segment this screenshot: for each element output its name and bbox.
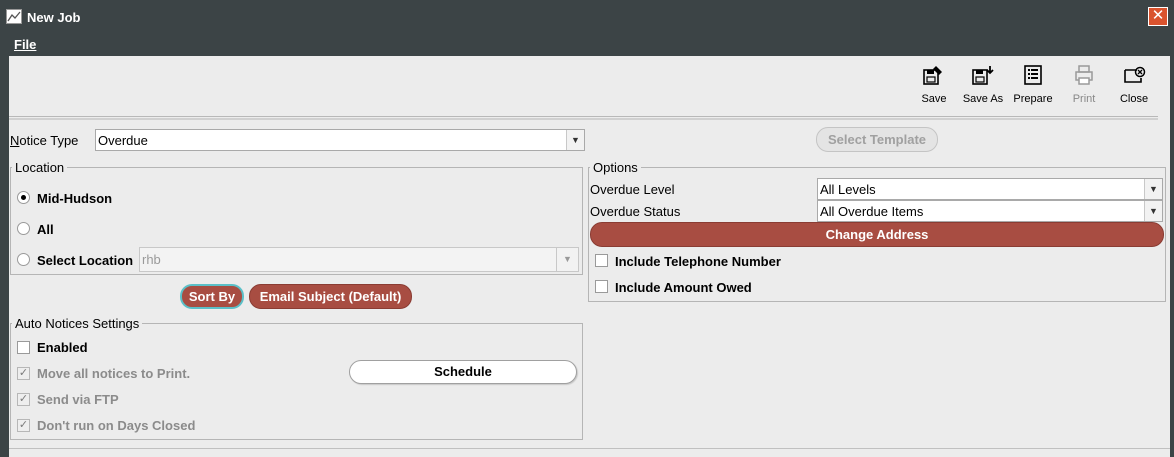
chevron-down-icon[interactable]: ▼ (566, 130, 584, 150)
bottom-separator (9, 448, 1170, 449)
close-label: Close (1119, 93, 1149, 105)
window-title: New Job (27, 10, 81, 25)
email-subject-button[interactable]: Email Subject (Default) (249, 284, 412, 309)
overdue-status-value: All Overdue Items (820, 204, 924, 219)
print-icon (1075, 65, 1093, 85)
dont-run-label: Don't run on Days Closed (37, 418, 196, 433)
include-amount-label: Include Amount Owed (615, 280, 752, 295)
auto-notices-title: Auto Notices Settings (12, 316, 143, 331)
chevron-down-icon[interactable]: ▼ (1144, 179, 1162, 199)
window-frame-left (0, 31, 9, 457)
close-window-icon (1124, 66, 1146, 83)
select-location-value: rhb (142, 252, 161, 267)
select-location-combo[interactable]: rhb ▼ (139, 247, 579, 272)
window-close-button[interactable]: ✕ (1148, 7, 1168, 26)
overdue-level-value: All Levels (820, 182, 876, 197)
radio-all[interactable] (17, 222, 30, 235)
send-ftp-checkbox[interactable]: ✓ (17, 393, 30, 406)
toolbar-separator (9, 116, 1158, 120)
save-as-label: Save As (962, 93, 1004, 105)
print-label: Print (1072, 93, 1096, 105)
options-title: Options (590, 160, 641, 175)
chevron-down-icon[interactable]: ▼ (556, 248, 578, 271)
overdue-status-label: Overdue Status (590, 204, 681, 219)
mid-hudson-label: Mid-Hudson (37, 191, 113, 206)
chevron-down-icon[interactable]: ▼ (1144, 201, 1162, 221)
app-icon (6, 9, 22, 24)
menu-bar: File (9, 31, 1170, 56)
title-bar: New Job ✕ (0, 0, 1174, 31)
radio-mid-hudson[interactable] (17, 191, 30, 204)
overdue-status-select[interactable]: All Overdue Items ▼ (817, 200, 1163, 222)
save-as-icon (972, 66, 994, 85)
notice-type-label: Notice Type (10, 133, 79, 148)
include-amount-checkbox[interactable] (595, 280, 608, 293)
select-template-button[interactable]: Select Template (816, 127, 938, 152)
change-address-button[interactable]: Change Address (590, 222, 1164, 247)
menu-file[interactable]: File (14, 37, 36, 52)
save-label: Save (921, 93, 947, 105)
all-label: All (37, 222, 54, 237)
overdue-level-label: Overdue Level (590, 182, 675, 197)
radio-select-location[interactable] (17, 253, 30, 266)
sort-by-button[interactable]: Sort By (180, 284, 244, 309)
save-as-button[interactable]: Save As (958, 64, 1008, 105)
prepare-label: Prepare (1013, 93, 1053, 105)
include-telephone-label: Include Telephone Number (615, 254, 781, 269)
window-frame-right (1170, 31, 1174, 457)
move-all-checkbox[interactable]: ✓ (17, 367, 30, 380)
notice-type-label-rest: otice Type (19, 133, 79, 148)
save-button[interactable]: Save (909, 64, 959, 105)
schedule-button[interactable]: Schedule (349, 360, 577, 384)
move-all-label: Move all notices to Print. (37, 366, 191, 381)
prepare-button[interactable]: Prepare (1008, 64, 1058, 105)
send-ftp-label: Send via FTP (37, 392, 119, 407)
toolbar: Save Save As Prepare Print Close (9, 56, 1170, 114)
notice-type-value: Overdue (98, 133, 148, 148)
close-button[interactable]: Close (1109, 64, 1159, 105)
dont-run-checkbox[interactable]: ✓ (17, 419, 30, 432)
save-icon (923, 66, 942, 85)
enabled-label: Enabled (37, 340, 88, 355)
print-button[interactable]: Print (1059, 64, 1109, 105)
notice-type-select[interactable]: Overdue ▼ (95, 129, 585, 151)
select-location-label: Select Location (37, 253, 134, 268)
include-telephone-checkbox[interactable] (595, 254, 608, 267)
prepare-icon (1024, 65, 1042, 85)
enabled-checkbox[interactable] (17, 341, 30, 354)
main-content: Save Save As Prepare Print Close Notice … (9, 56, 1170, 457)
overdue-level-select[interactable]: All Levels ▼ (817, 178, 1163, 200)
location-group-title: Location (12, 160, 68, 175)
